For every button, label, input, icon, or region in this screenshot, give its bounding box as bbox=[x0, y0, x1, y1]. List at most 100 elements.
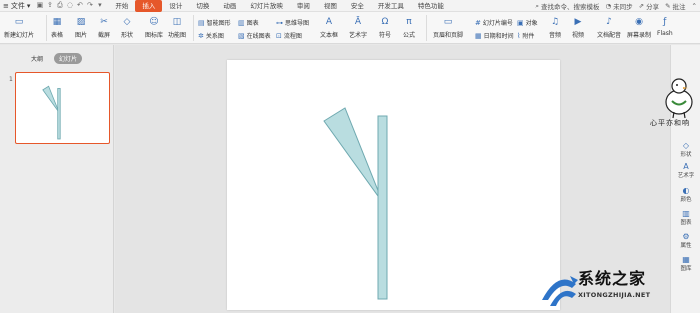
vertical-bar-shape[interactable] bbox=[377, 115, 388, 300]
sidebar-item-label: 图表 bbox=[680, 220, 692, 226]
calendar-icon: ▦ bbox=[475, 31, 482, 40]
sync-status[interactable]: ◔ 未同步 bbox=[605, 1, 632, 11]
datetime-button[interactable]: ▦ 日期和时间 bbox=[475, 31, 514, 41]
undo-icon[interactable]: ↶ bbox=[76, 1, 83, 10]
chart-button[interactable]: ▥ 图表 bbox=[238, 18, 259, 28]
picture-button[interactable]: ▨ 图片 bbox=[75, 16, 87, 40]
sidebar-item-properties[interactable]: ⚙ 属性 bbox=[671, 232, 700, 249]
tab-features[interactable]: 特色功能 bbox=[411, 0, 451, 12]
tab-insert[interactable]: 插入 bbox=[135, 0, 163, 12]
slide-thumbnail[interactable] bbox=[15, 72, 110, 144]
new-slide-button[interactable]: ▭ 新建幻灯片 bbox=[4, 16, 35, 40]
mind-map-button[interactable]: ⊶ 思维导图 bbox=[276, 18, 309, 28]
flowchart-button[interactable]: ⊡ 流程图 bbox=[276, 31, 302, 41]
wordart-icon: A bbox=[683, 162, 689, 171]
screenshot-button[interactable]: ✂ 截屏 bbox=[98, 16, 111, 40]
panel-tabs: 大纲 幻灯片 bbox=[26, 53, 83, 64]
save-icon[interactable]: ▣ bbox=[36, 1, 44, 10]
thumbnail-graphic bbox=[42, 85, 61, 140]
slide-graphic bbox=[323, 107, 388, 300]
tab-developer[interactable]: 开发工具 bbox=[371, 0, 411, 12]
flowchart-icon: ⊡ bbox=[276, 31, 282, 40]
site-name: 系统之家 bbox=[578, 269, 647, 288]
sidebar-item-wordart[interactable]: A 艺术字 bbox=[671, 162, 700, 179]
audio-icon: ♫ bbox=[550, 16, 560, 27]
new-slide-icon: ▭ bbox=[14, 16, 24, 27]
shape-label: 形状 bbox=[121, 32, 134, 39]
video-button[interactable]: ▶ 视频 bbox=[572, 16, 585, 40]
sidebar-item-label: 形状 bbox=[680, 152, 692, 158]
ribbon-tabs: 开始 插入 设计 切换 动画 幻灯片放映 审阅 视图 安全 开发工具 特色功能 bbox=[108, 0, 451, 12]
sidebar-item-chart[interactable]: ▥ 图表 bbox=[671, 209, 700, 226]
flash-icon: ƒ bbox=[663, 16, 667, 27]
icon-library-button[interactable]: ☺ 图标库 bbox=[145, 16, 164, 40]
new-slide-label: 新建幻灯片 bbox=[4, 32, 35, 39]
print-icon[interactable]: ⎙ bbox=[56, 1, 63, 10]
screenshot-label: 截屏 bbox=[98, 32, 111, 39]
doc-voice-button[interactable]: ♪ 文档配音 bbox=[597, 16, 621, 40]
audio-label: 音频 bbox=[549, 32, 562, 39]
share-button[interactable]: ⇗ 分享 bbox=[639, 1, 659, 11]
tab-transitions[interactable]: 切换 bbox=[189, 0, 216, 12]
flash-button[interactable]: ƒ Flash bbox=[657, 16, 673, 38]
slides-panel: 大纲 幻灯片 1 bbox=[0, 45, 114, 313]
flowchart-label: 流程图 bbox=[283, 33, 302, 40]
tab-outline[interactable]: 大纲 bbox=[26, 53, 48, 64]
icon-library-label: 图标库 bbox=[145, 32, 164, 39]
object-button[interactable]: ▣ 对象 bbox=[517, 18, 538, 28]
sidebar-item-color[interactable]: ◐ 颜色 bbox=[671, 186, 700, 203]
command-search[interactable]: ⌕ 查找命令、搜索模板 bbox=[535, 1, 599, 12]
site-url: XITONGZHIJIA.NET bbox=[578, 291, 651, 299]
wordart-button[interactable]: Ȃ 艺术字 bbox=[349, 16, 368, 40]
table-label: 表格 bbox=[51, 32, 64, 39]
mind-map-icon: ⊶ bbox=[276, 18, 283, 27]
function-chart-label: 功能图 bbox=[168, 32, 187, 39]
video-icon: ▶ bbox=[574, 16, 582, 27]
audio-button[interactable]: ♫ 音频 bbox=[549, 16, 562, 40]
function-chart-button[interactable]: ◫ 功能图 bbox=[168, 16, 187, 40]
screen-record-button[interactable]: ◉ 屏幕录制 bbox=[627, 16, 651, 40]
export-icon[interactable]: ⇪ bbox=[46, 1, 53, 10]
table-icon: ▦ bbox=[52, 16, 62, 27]
more-icon[interactable]: ▾ bbox=[96, 1, 103, 10]
tab-slideshow[interactable]: 幻灯片放映 bbox=[243, 0, 290, 12]
file-menu[interactable]: ≡ 文件 ▾ bbox=[0, 1, 33, 11]
shape-icon: ◇ bbox=[123, 16, 131, 27]
attachment-button[interactable]: ⌇ 附件 bbox=[517, 31, 534, 41]
slide[interactable] bbox=[227, 60, 560, 310]
tab-animation[interactable]: 动画 bbox=[216, 0, 243, 12]
header-footer-label: 页眉和页脚 bbox=[433, 32, 464, 39]
wordart-label: 艺术字 bbox=[349, 32, 368, 39]
online-chart-icon: ▧ bbox=[238, 31, 245, 40]
relation-chart-button[interactable]: ✲ 关系图 bbox=[198, 31, 224, 41]
tab-slides[interactable]: 幻灯片 bbox=[54, 53, 83, 64]
tab-home[interactable]: 开始 bbox=[108, 0, 135, 12]
textbox-label: 文本框 bbox=[320, 32, 339, 39]
video-label: 视频 bbox=[572, 32, 585, 39]
tab-security[interactable]: 安全 bbox=[344, 0, 371, 12]
chevron-up-icon[interactable]: ⌃ bbox=[692, 2, 697, 10]
table-button[interactable]: ▦ 表格 bbox=[51, 16, 64, 40]
textbox-button[interactable]: A 文本框 bbox=[320, 16, 339, 40]
sync-icon: ◔ bbox=[605, 2, 612, 10]
smart-graphic-button[interactable]: ▤ 智能图形 bbox=[198, 18, 231, 28]
record-icon: ◉ bbox=[635, 16, 643, 27]
tab-view[interactable]: 视图 bbox=[317, 0, 344, 12]
header-footer-icon: ▭ bbox=[443, 16, 453, 27]
slide-number-button[interactable]: # 幻灯片编号 bbox=[475, 18, 513, 28]
shape-button[interactable]: ◇ 形状 bbox=[121, 16, 134, 40]
symbol-button[interactable]: Ω 符号 bbox=[379, 16, 391, 40]
comment-button[interactable]: ✎ 批注 bbox=[665, 1, 685, 11]
online-chart-button[interactable]: ▧ 在线图表 bbox=[238, 31, 271, 41]
flash-label: Flash bbox=[657, 30, 673, 37]
tab-review[interactable]: 审阅 bbox=[290, 0, 317, 12]
tab-design[interactable]: 设计 bbox=[162, 0, 189, 12]
sidebar-item-shape[interactable]: ◇ 形状 bbox=[671, 141, 700, 158]
preview-icon[interactable]: ◌ bbox=[66, 1, 73, 10]
formula-button[interactable]: π 公式 bbox=[403, 16, 415, 40]
triangle-shape[interactable] bbox=[323, 107, 384, 204]
scissors-icon: ✂ bbox=[100, 16, 108, 27]
header-footer-button[interactable]: ▭ 页眉和页脚 bbox=[433, 16, 464, 40]
ribbon-separator bbox=[46, 15, 47, 41]
redo-icon[interactable]: ↷ bbox=[86, 1, 93, 10]
